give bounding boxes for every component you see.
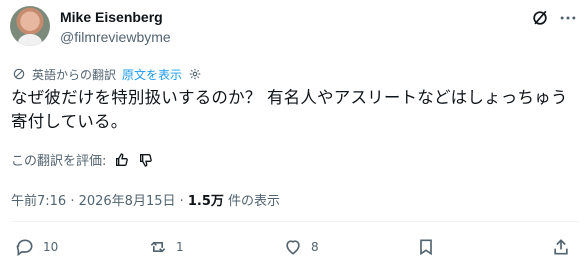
bookmark-icon [420,239,432,256]
views-count: 1.5万 [187,194,224,209]
thumbs-up-icon[interactable] [114,152,130,168]
grok-icon[interactable] [530,8,550,28]
more-icon[interactable] [558,8,578,28]
views-label: 件の表示 [223,194,281,209]
gear-icon[interactable] [188,67,202,81]
thumbs-down-icon[interactable] [138,152,154,168]
reply-icon [16,239,33,257]
timestamp[interactable]: 午前7:16 · 2026年8月15日 · [11,194,188,209]
author-handle[interactable]: @filmreviewbyme [60,29,171,45]
repost-count: 1 [176,240,184,254]
avatar[interactable] [10,6,50,46]
reply-button[interactable]: 10 [15,237,58,257]
translation-label: 英語からの翻訳 [32,67,117,82]
bookmark-button[interactable] [416,237,436,257]
translate-icon [13,68,25,80]
author-name[interactable]: Mike Eisenberg [60,9,163,25]
repost-button[interactable]: 1 [148,237,184,257]
tweet-meta: 午前7:16 · 2026年8月15日 · 1.5万 件の表示 [11,190,280,209]
divider [11,221,579,222]
tweet-text: なぜ彼だけを特別扱いするのか？ 有名人やアスリートなどはしょっちゅう 寄付してい… [11,86,581,134]
show-original-link[interactable]: 原文を表示 [122,66,182,83]
translation-row: 英語からの翻訳 原文を表示 [12,65,202,83]
share-button[interactable] [551,237,571,257]
heart-icon [286,240,300,255]
like-count: 8 [311,240,319,254]
repost-icon [150,241,166,253]
rate-translation-label: この翻訳を評価: [11,154,107,169]
tweet-text-line: なぜ彼だけを特別扱いするのか？ 有名人やアスリートなどはしょっちゅう [11,88,568,107]
tweet-text-line: 寄付している。 [11,112,128,131]
rate-translation-row: この翻訳を評価: [11,150,154,169]
share-icon [554,239,568,255]
reply-count: 10 [43,240,59,254]
like-button[interactable]: 8 [283,237,319,257]
